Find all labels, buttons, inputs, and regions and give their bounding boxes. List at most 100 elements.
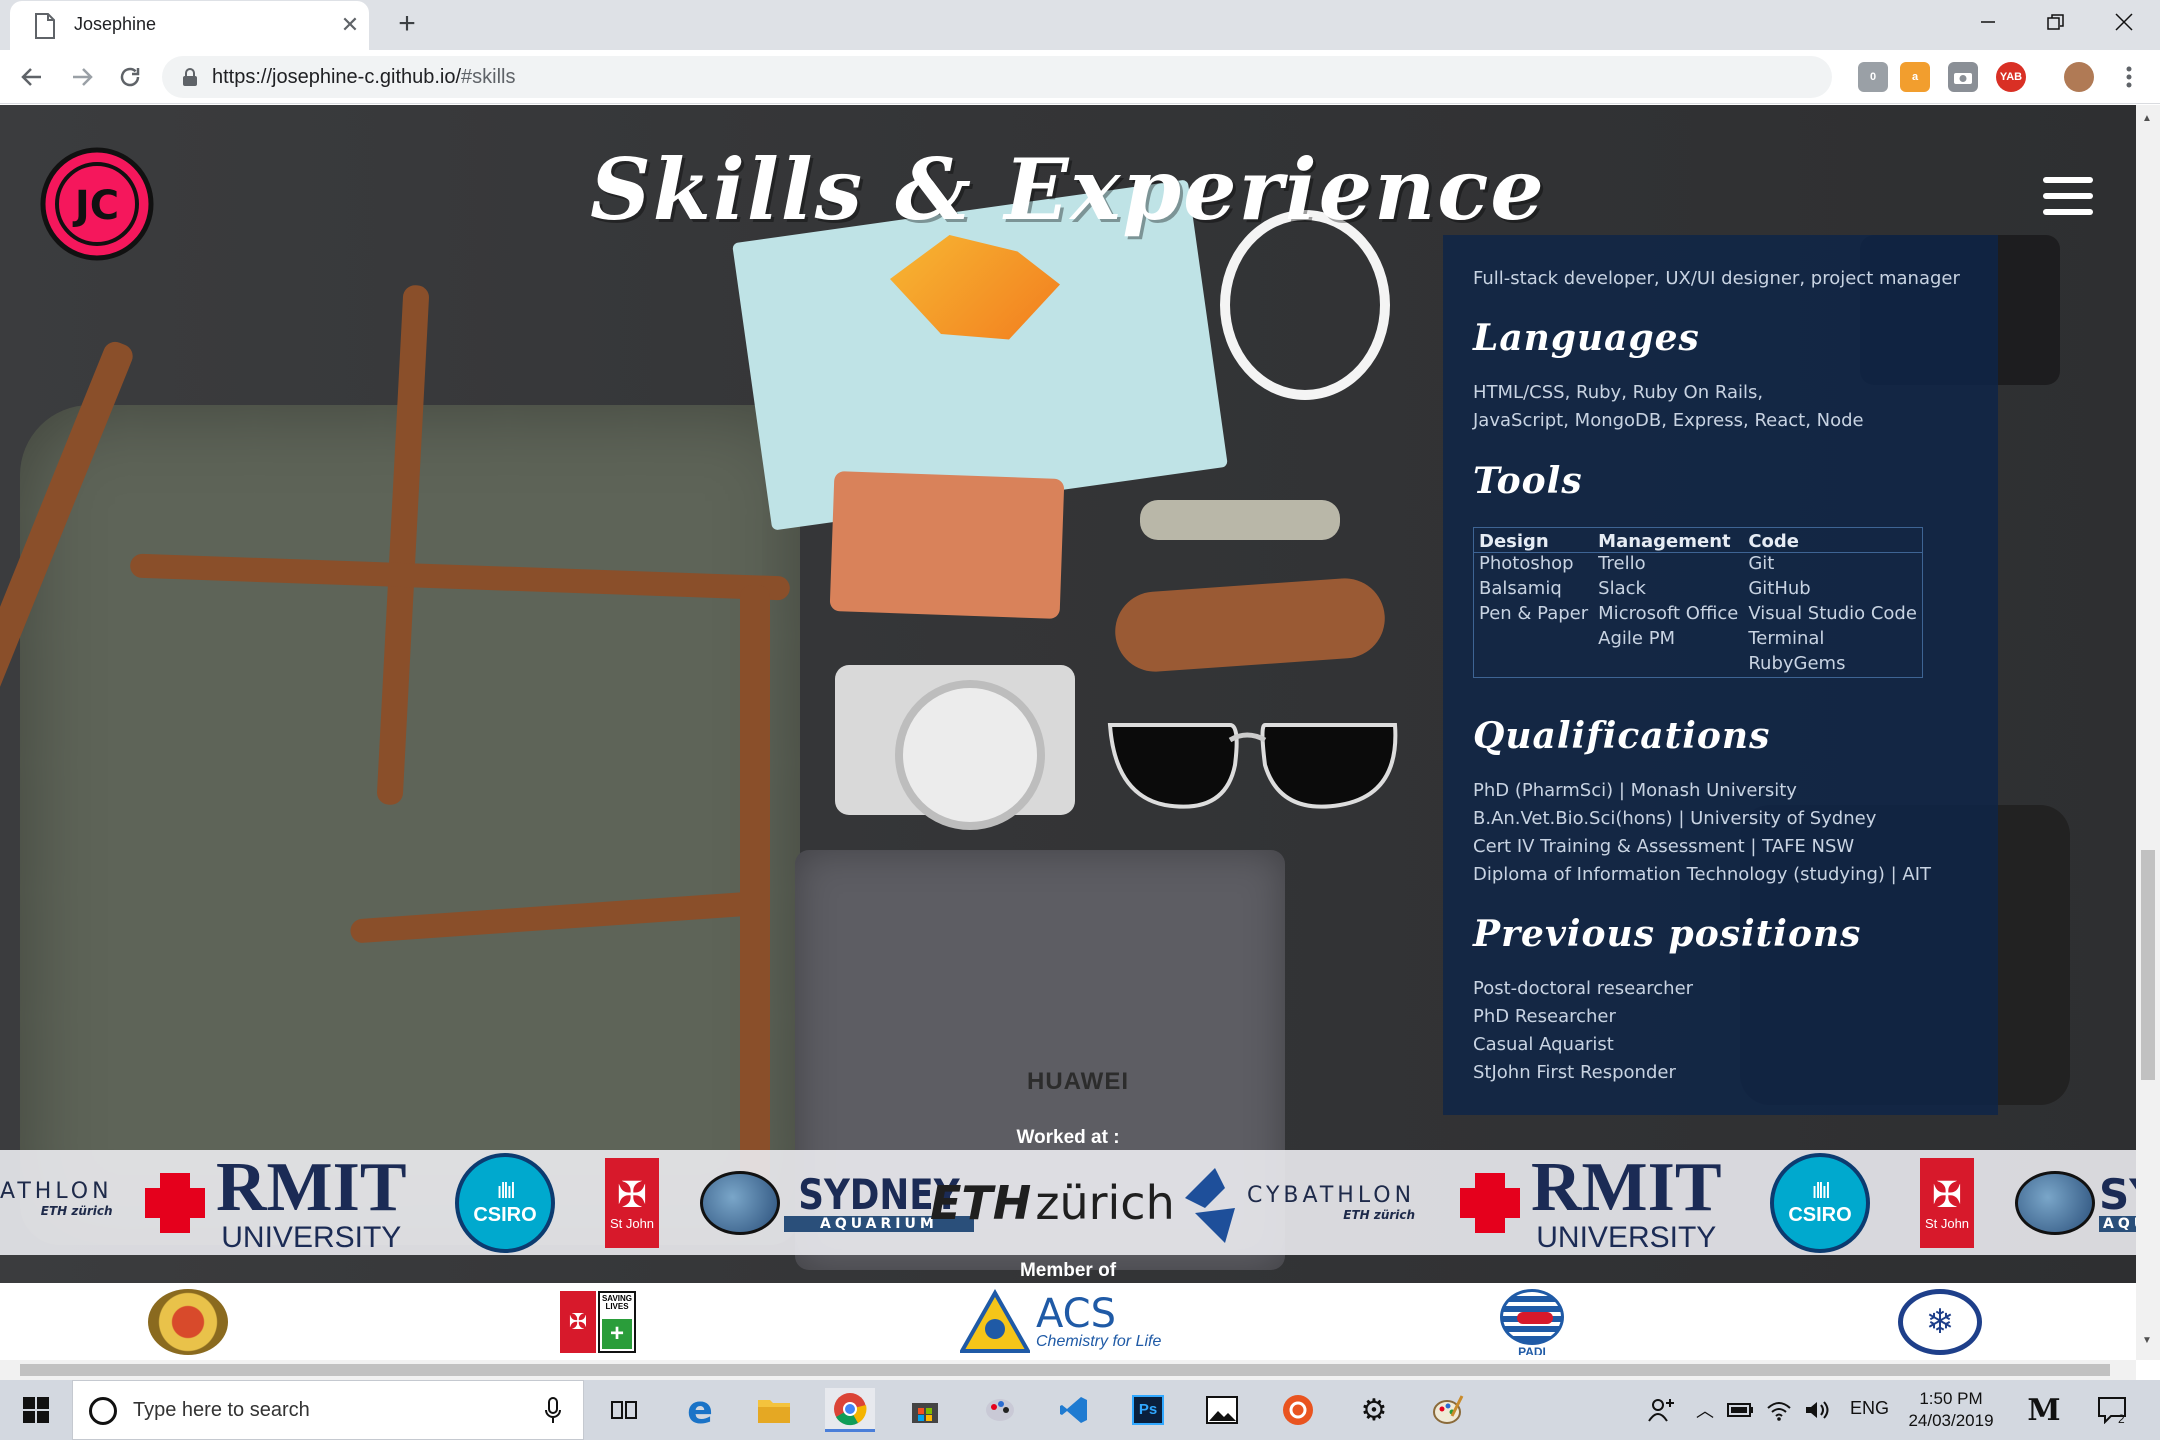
ski-patrol-logo: ❄ [1898,1289,1982,1355]
edge-icon[interactable]: e [678,1388,722,1432]
sydney-text: SY [2099,1169,2136,1219]
scroll-down-icon[interactable]: ▼ [2142,1335,2152,1346]
amazon-extension-icon[interactable]: a [1900,62,1930,92]
tools-table: Design Management Code Photoshop Trello … [1473,527,1923,678]
notification-count: 2 [2118,1412,2125,1426]
tools-heading: Tools [1473,460,1583,502]
qualification-item: PhD (PharmSci) | Monash University [1473,780,1797,801]
ubuntu-icon[interactable] [1276,1388,1320,1432]
cybathlon-text: CYBATHLON [1247,1183,1416,1208]
settings-icon[interactable]: ⚙ [1352,1388,1396,1432]
profile-avatar[interactable] [2064,62,2094,92]
store-icon[interactable] [903,1388,947,1432]
clock-time: 1:50 PM [1919,1389,1983,1408]
forward-button[interactable] [64,59,100,95]
camera-lens-photo [895,680,1045,830]
vertical-scrollbar[interactable]: ▲ ▼ [2136,105,2160,1360]
yab-extension-icon[interactable]: YAB [1996,62,2026,92]
table-row: RubyGems [1474,653,1923,678]
position-item: StJohn First Responder [1473,1062,1676,1083]
table-cell: GitHub [1748,577,1811,599]
action-center-icon[interactable]: 2 [2090,1388,2134,1432]
back-button[interactable] [14,59,50,95]
tab-title: Josephine [74,14,157,34]
table-cell: RubyGems [1748,652,1846,674]
padi-text: PADI [1518,1345,1546,1355]
notes-extension-icon[interactable]: 0 [1858,62,1888,92]
table-cell: Photoshop [1479,553,1574,574]
url-text: https://josephine-c.github.io/#skills [212,66,516,89]
system-clock[interactable]: 1:50 PM 24/03/2019 [1896,1388,2006,1432]
wifi-icon[interactable] [1762,1388,1796,1432]
tab-strip: Josephine ✕ + [0,0,2160,50]
wooden-knife-photo [1112,575,1388,675]
chevron-up-icon[interactable]: ︿ [1690,1388,1720,1432]
lock-icon [183,68,197,86]
table-cell: Terminal [1748,627,1825,649]
table-row: Balsamiq Slack GitHub [1474,578,1923,603]
tab-close-icon[interactable]: ✕ [336,11,364,39]
minimize-button[interactable] [1954,0,2022,44]
chrome-icon[interactable] [825,1388,875,1432]
url-host: https://josephine-c.github.io/ [212,66,462,88]
input-language[interactable]: ENG [1850,1398,1889,1419]
chrome-menu-icon[interactable] [2114,62,2144,92]
arrow-left-icon [21,68,41,86]
photoshop-icon[interactable]: Ps [1126,1388,1170,1432]
cortana-icon [89,1397,117,1425]
backpack-photo [0,284,800,1245]
close-window-button[interactable] [2090,0,2158,44]
membership-logos: ✠ SAVING LIVES + ACS Chemistry for Life … [0,1283,2136,1360]
pocket-knife-photo [1140,500,1340,540]
st-john-logo: ✠ St John [605,1150,659,1255]
start-button[interactable] [0,1380,72,1440]
restore-button[interactable] [2022,0,2090,44]
table-cell: Agile PM [1598,627,1676,649]
taskbar-search-box[interactable]: Type here to search [72,1380,584,1440]
browser-tab[interactable]: Josephine ✕ [10,1,369,50]
camera-icon [1954,73,1972,84]
task-view-icon[interactable] [602,1388,646,1432]
people-icon[interactable] [1640,1388,1684,1432]
microphone-icon[interactable] [545,1397,561,1425]
extension-label: YAB [1999,71,2023,83]
table-cell: Balsamiq [1479,577,1562,599]
arrow-right-icon [73,68,93,86]
vertical-scroll-thumb[interactable] [2141,850,2155,1080]
paint-3d-icon[interactable] [978,1388,1022,1432]
volume-icon[interactable] [1800,1388,1834,1432]
qualification-item: Diploma of Information Technology (study… [1473,864,1932,885]
mail-icon[interactable]: M [2022,1388,2066,1432]
table-cell [1593,653,1743,678]
aquarium-text: AQU [2099,1215,2136,1232]
hamburger-menu-icon[interactable] [2043,177,2093,217]
cybathlon-mark-icon [1185,1167,1235,1243]
scroll-up-icon[interactable]: ▲ [2142,113,2152,124]
file-explorer-icon[interactable] [752,1388,796,1432]
close-icon [2115,13,2133,31]
camera-extension-icon[interactable] [1948,62,1978,92]
photos-icon[interactable] [1200,1388,1244,1432]
table-header: Design [1473,527,1594,553]
position-item: PhD Researcher [1473,1006,1616,1027]
address-bar[interactable]: https://josephine-c.github.io/#skills ☆ [162,56,1973,98]
new-tab-button[interactable]: + [390,8,424,42]
clock-date: 24/03/2019 [1908,1411,1994,1430]
rmit-pixel-icon [1460,1172,1520,1233]
paint-icon[interactable] [1426,1388,1470,1432]
horizontal-scrollbar[interactable] [0,1360,2136,1380]
skills-panel: Full-stack developer, UX/UI designer, pr… [1443,235,1998,1115]
vscode-icon[interactable] [1052,1388,1096,1432]
reload-icon [120,67,140,87]
table-row: Photoshop Trello Git [1474,553,1923,578]
battery-icon[interactable] [1724,1388,1758,1432]
role-summary: Full-stack developer, UX/UI designer, pr… [1473,268,1960,289]
laptop-brand: HUAWEI [1027,1068,1129,1095]
horizontal-scroll-thumb[interactable] [20,1364,2110,1376]
zurich-text: zürich [1035,1175,1175,1230]
page-icon [35,13,55,39]
table-cell: Pen & Paper [1479,602,1589,624]
acs-logo: ACS Chemistry for Life [960,1289,1161,1355]
windows-taskbar: Type here to search e Ps ⚙ ︿ ENG 1:50 PM… [0,1380,2160,1440]
reload-button[interactable] [112,59,148,95]
